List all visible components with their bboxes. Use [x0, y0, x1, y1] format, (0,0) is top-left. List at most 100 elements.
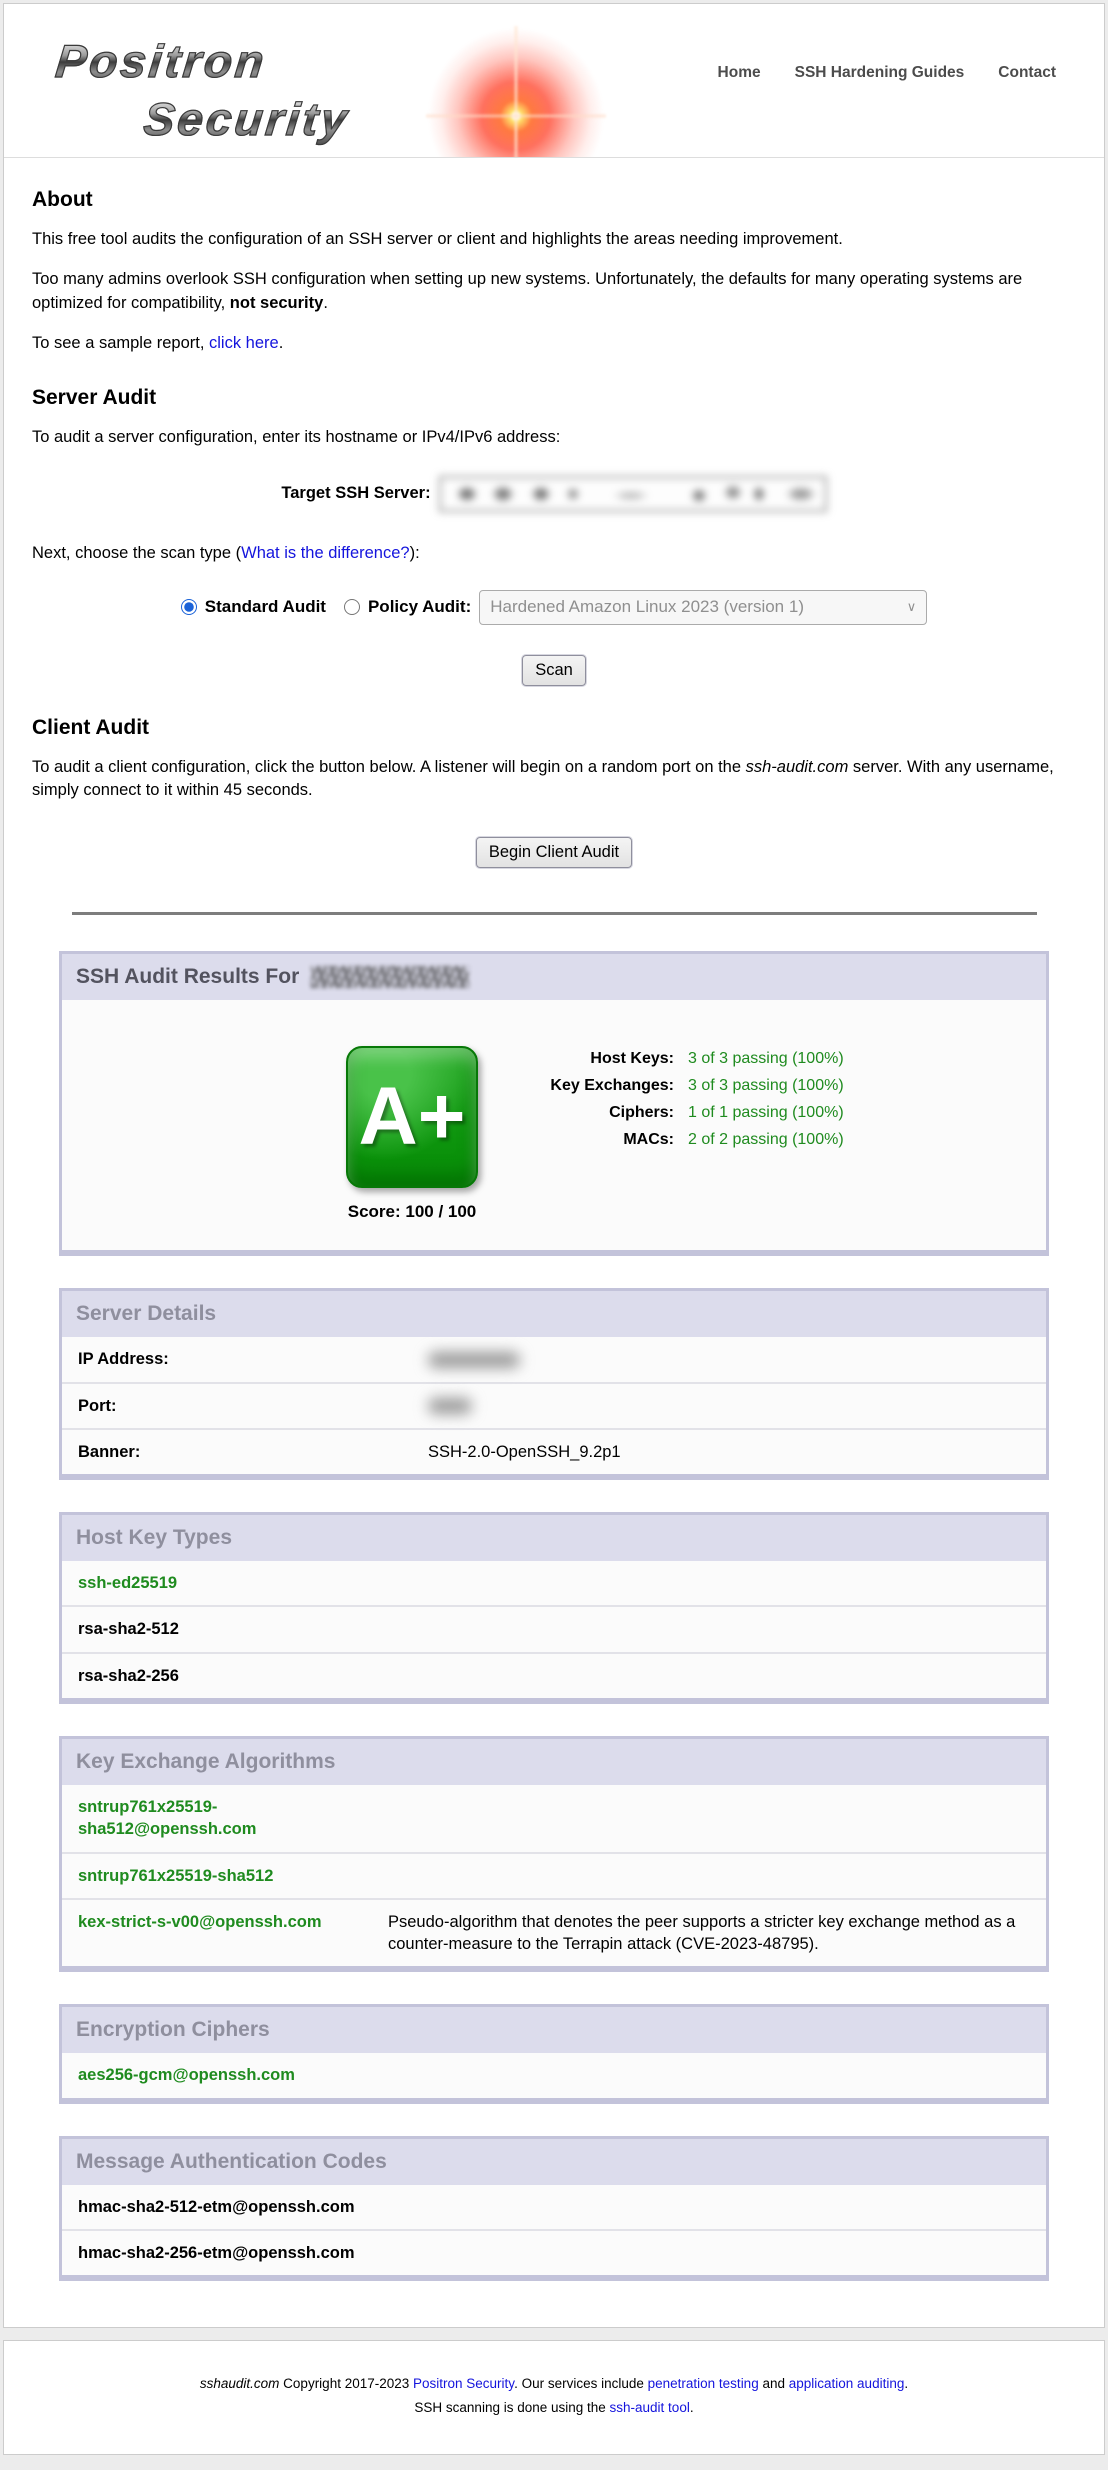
stat-row-ciphers: Ciphers: 1 of 1 passing (100%) [524, 1104, 844, 1122]
logo-text-positron: Positron [53, 34, 269, 88]
main-nav: Home SSH Hardening Guides Contact [718, 64, 1056, 82]
footer-line1-end: . [904, 2376, 908, 2391]
scan-type-radio-row: Standard Audit Policy Audit: Hardened Am… [32, 590, 1076, 625]
policy-select[interactable]: Hardened Amazon Linux 2023 (version 1) ∨ [479, 590, 927, 625]
results-panel-header: SSH Audit Results For [62, 954, 1046, 1000]
footer-line2-end: . [690, 2400, 694, 2415]
sample-report-paragraph: To see a sample report, click here. [32, 332, 1076, 356]
client-audit-paragraph: To audit a client configuration, click t… [32, 756, 1076, 804]
table-row: ssh-ed25519 [62, 1561, 1046, 1606]
table-row: Port: [62, 1383, 1046, 1429]
host-key-types-header: Host Key Types [62, 1515, 1046, 1561]
algorithm-description [372, 1653, 1046, 1698]
results-stats: Host Keys: 3 of 3 passing (100%) Key Exc… [524, 1046, 844, 1222]
detail-value [412, 1337, 1046, 1382]
footer-services-text: . Our services include [514, 2376, 648, 2391]
policy-select-value: Hardened Amazon Linux 2023 (version 1) [490, 597, 804, 617]
nav-home[interactable]: Home [718, 64, 761, 82]
footer-line-2: SSH scanning is done using the ssh-audit… [14, 2400, 1094, 2415]
table-row: Banner: SSH-2.0-OpenSSH_9.2p1 [62, 1429, 1046, 1474]
macs-table: hmac-sha2-512-etm@openssh.com hmac-sha2-… [62, 2185, 1046, 2276]
results-title: SSH Audit Results For [76, 965, 299, 989]
server-audit-heading: Server Audit [32, 386, 1076, 410]
algorithm-description [372, 1606, 1046, 1652]
standard-audit-radio[interactable] [181, 599, 197, 615]
sample-report-end: . [279, 334, 284, 352]
target-ssh-server-input[interactable] [439, 476, 827, 512]
detail-value: SSH-2.0-OpenSSH_9.2p1 [412, 1429, 1046, 1474]
score-label: Score: 100 / 100 [344, 1202, 480, 1222]
key-exchange-panel: Key Exchange Algorithms sntrup761x25519-… [59, 1736, 1049, 1972]
footer-company-link[interactable]: Positron Security [413, 2376, 514, 2391]
redacted-hostname-smudge [439, 476, 827, 512]
what-is-the-difference-link[interactable]: What is the difference? [241, 544, 409, 562]
standard-audit-label: Standard Audit [205, 597, 326, 617]
detail-label: Banner: [62, 1429, 412, 1474]
target-server-row: Target SSH Server: [32, 476, 1076, 512]
table-row: kex-strict-s-v00@openssh.comPseudo-algor… [62, 1899, 1046, 1967]
scan-button[interactable]: Scan [522, 655, 586, 686]
about-p2-text: Too many admins overlook SSH configurati… [32, 270, 1022, 312]
algorithm-description [372, 1853, 1046, 1899]
about-paragraph-1: This free tool audits the configuration … [32, 228, 1076, 252]
table-row: hmac-sha2-512-etm@openssh.com [62, 2185, 1046, 2230]
detail-label: IP Address: [62, 1337, 412, 1382]
table-row: sntrup761x25519-sha512@openssh.com [62, 1785, 1046, 1853]
detail-value [412, 1383, 1046, 1429]
algorithm-name: ssh-ed25519 [62, 1561, 372, 1606]
server-details-table: IP Address: Port: Banner: SSH-2.0-OpenSS… [62, 1337, 1046, 1474]
algorithm-description [372, 1785, 1046, 1853]
footer-copyright: Copyright 2017-2023 [279, 2376, 413, 2391]
nav-ssh-hardening-guides[interactable]: SSH Hardening Guides [795, 64, 965, 82]
algorithm-name: rsa-sha2-512 [62, 1606, 372, 1652]
policy-audit-radio[interactable] [344, 599, 360, 615]
client-audit-text: To audit a client configuration, click t… [32, 758, 746, 776]
algorithm-name: aes256-gcm@openssh.com [62, 2053, 372, 2097]
positron-security-logo[interactable]: Positron Security [34, 18, 594, 158]
sample-report-link[interactable]: click here [209, 334, 279, 352]
scan-type-end: ): [410, 544, 420, 562]
table-row: hmac-sha2-256-etm@openssh.com [62, 2230, 1046, 2275]
detail-label: Port: [62, 1383, 412, 1429]
table-row: aes256-gcm@openssh.com [62, 2053, 1046, 2097]
nav-contact[interactable]: Contact [998, 64, 1056, 82]
about-paragraph-2: Too many admins overlook SSH configurati… [32, 268, 1076, 316]
policy-audit-label: Policy Audit: [368, 597, 471, 617]
algorithm-name: sntrup761x25519-sha512 [62, 1853, 372, 1899]
key-exchange-header: Key Exchange Algorithms [62, 1739, 1046, 1785]
site-header: Positron Security Home SSH Hardening Gui… [4, 4, 1104, 158]
footer-auditing-link[interactable]: application auditing [789, 2376, 905, 2391]
target-ssh-server-label: Target SSH Server: [281, 484, 430, 503]
redacted-hostname [311, 966, 469, 988]
macs-header: Message Authentication Codes [62, 2139, 1046, 2185]
algorithm-name: rsa-sha2-256 [62, 1653, 372, 1698]
site-footer: sshaudit.com Copyright 2017-2023 Positro… [3, 2340, 1105, 2455]
footer-ssh-audit-tool-link[interactable]: ssh-audit tool [610, 2400, 690, 2415]
stat-label: Key Exchanges: [524, 1077, 674, 1095]
encryption-ciphers-panel: Encryption Ciphers aes256-gcm@openssh.co… [59, 2004, 1049, 2103]
about-p2-bold: not security [230, 294, 324, 312]
begin-client-audit-row: Begin Client Audit [32, 837, 1076, 868]
footer-pentest-link[interactable]: penetration testing [648, 2376, 759, 2391]
footer-and-text: and [759, 2376, 789, 2391]
chevron-down-icon: ∨ [907, 599, 917, 615]
client-audit-domain: ssh-audit.com [746, 758, 849, 776]
stat-value: 3 of 3 passing (100%) [688, 1077, 844, 1095]
begin-client-audit-button[interactable]: Begin Client Audit [476, 837, 632, 868]
stat-row-host-keys: Host Keys: 3 of 3 passing (100%) [524, 1050, 844, 1068]
redacted-ip-address [428, 1352, 520, 1368]
about-heading: About [32, 188, 1076, 212]
stat-value: 3 of 3 passing (100%) [688, 1050, 844, 1068]
stat-label: Host Keys: [524, 1050, 674, 1068]
results-panel: SSH Audit Results For A+ Score: 100 / 10… [59, 951, 1049, 1256]
footer-site-name: sshaudit.com [200, 2376, 280, 2391]
footer-scanning-text: SSH scanning is done using the [414, 2400, 609, 2415]
sample-report-text: To see a sample report, [32, 334, 209, 352]
table-row: rsa-sha2-512 [62, 1606, 1046, 1652]
section-divider [72, 912, 1037, 915]
table-row: rsa-sha2-256 [62, 1653, 1046, 1698]
scan-button-row: Scan [32, 655, 1076, 686]
algorithm-description [372, 2230, 1046, 2275]
server-audit-intro: To audit a server configuration, enter i… [32, 426, 1076, 450]
footer-line-1: sshaudit.com Copyright 2017-2023 Positro… [14, 2376, 1094, 2391]
